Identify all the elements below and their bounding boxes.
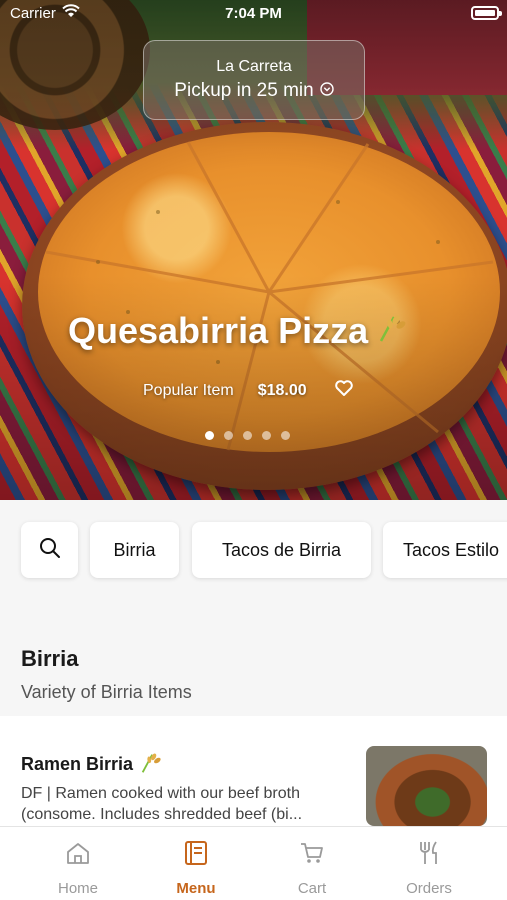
featured-item-price: $18.00	[257, 381, 307, 399]
clock: 7:04 PM	[225, 5, 282, 22]
tab-orders[interactable]: Orders	[379, 839, 479, 897]
tab-label: Orders	[406, 880, 452, 897]
store-name: La Carreta	[216, 58, 292, 75]
cart-icon	[262, 839, 362, 867]
menu-item-image	[366, 746, 487, 826]
tab-home[interactable]: Home	[28, 839, 128, 897]
carousel-dot[interactable]	[262, 431, 271, 440]
carousel-dot[interactable]	[243, 431, 252, 440]
menu-item-title: Ramen Birria	[21, 750, 161, 779]
carousel-dot[interactable]	[224, 431, 233, 440]
carousel-dot[interactable]	[281, 431, 290, 440]
menu-item-card[interactable]: Ramen Birria DF | Ramen cooked with our …	[0, 716, 507, 826]
category-chip-tacos-estilo[interactable]: Tacos Estilo	[383, 522, 507, 578]
carousel-dot[interactable]	[205, 431, 214, 440]
menu-item-description: DF | Ramen cooked with our beef broth (c…	[21, 783, 351, 825]
orders-icon	[379, 839, 479, 867]
home-icon	[28, 839, 128, 867]
carousel-indicator[interactable]	[205, 431, 290, 440]
featured-item-title[interactable]: Quesabirria Pizza	[68, 310, 406, 352]
search-button[interactable]	[21, 522, 78, 578]
menu-icon	[146, 839, 246, 867]
pickup-selector[interactable]: La Carreta Pickup in 25 min	[143, 40, 365, 120]
section-subtitle: Variety of Birria Items	[21, 682, 192, 702]
section-title: Birria	[21, 646, 79, 671]
category-bar[interactable]: Birria Tacos de Birria Tacos Estilo	[0, 500, 507, 600]
tab-label: Menu	[176, 880, 216, 897]
tab-cart[interactable]: Cart	[262, 839, 362, 897]
chevron-down-icon	[320, 80, 334, 102]
wheat-icon	[376, 310, 406, 352]
menu-item-name: Ramen Birria	[21, 754, 134, 774]
battery-icon	[471, 6, 502, 20]
section-header: Birria Variety of Birria Items	[21, 646, 192, 703]
pickup-time: Pickup in 25 min	[144, 80, 364, 102]
category-chip-tacos-de-birria[interactable]: Tacos de Birria	[192, 522, 371, 578]
tab-label: Cart	[297, 880, 327, 897]
menu-item-description-line: (consome. Includes shredded beef (bi...	[21, 806, 303, 823]
popular-badge: Popular Item	[143, 381, 234, 399]
category-chip-birria[interactable]: Birria	[90, 522, 179, 578]
featured-item-meta: Popular Item $18.00	[143, 380, 353, 401]
featured-item-name: Quesabirria Pizza	[68, 310, 369, 351]
tab-label: Home	[57, 880, 98, 897]
search-icon	[38, 536, 62, 565]
tab-menu[interactable]: Menu	[146, 839, 246, 897]
status-bar: Carrier 7:04 PM	[0, 0, 507, 28]
heart-icon[interactable]	[334, 380, 353, 401]
wheat-icon	[139, 750, 161, 779]
pickup-time-label: Pickup in 25 min	[174, 80, 314, 101]
tab-bar: Home Menu Cart Orders	[0, 826, 507, 900]
menu-item-description-line: DF | Ramen cooked with our beef broth	[21, 785, 300, 802]
